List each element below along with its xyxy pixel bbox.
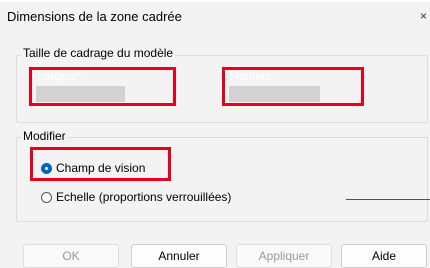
close-icon[interactable]: × [420,9,427,23]
scale-divider [346,199,430,200]
frame-size-group-label: Taille de cadrage du modèle [21,46,176,60]
radio-unchecked-icon [41,191,52,203]
radio-scale-label: Echelle (proportions verrouillées) [56,190,232,204]
cancel-button[interactable]: Annuler [131,244,227,268]
apply-button[interactable]: Appliquer [236,244,332,268]
window-top-edge [0,0,430,2]
height-highlight [222,67,364,106]
radio-scale[interactable]: Echelle (proportions verrouillées) [41,190,231,204]
dialog-title: Dimensions de la zone cadrée [7,9,182,24]
modify-group-label: Modifier [21,129,68,143]
help-button[interactable]: Aide [341,244,427,268]
field-of-view-highlight [30,147,171,181]
ok-button[interactable]: OK [23,244,119,268]
width-highlight [29,67,176,106]
